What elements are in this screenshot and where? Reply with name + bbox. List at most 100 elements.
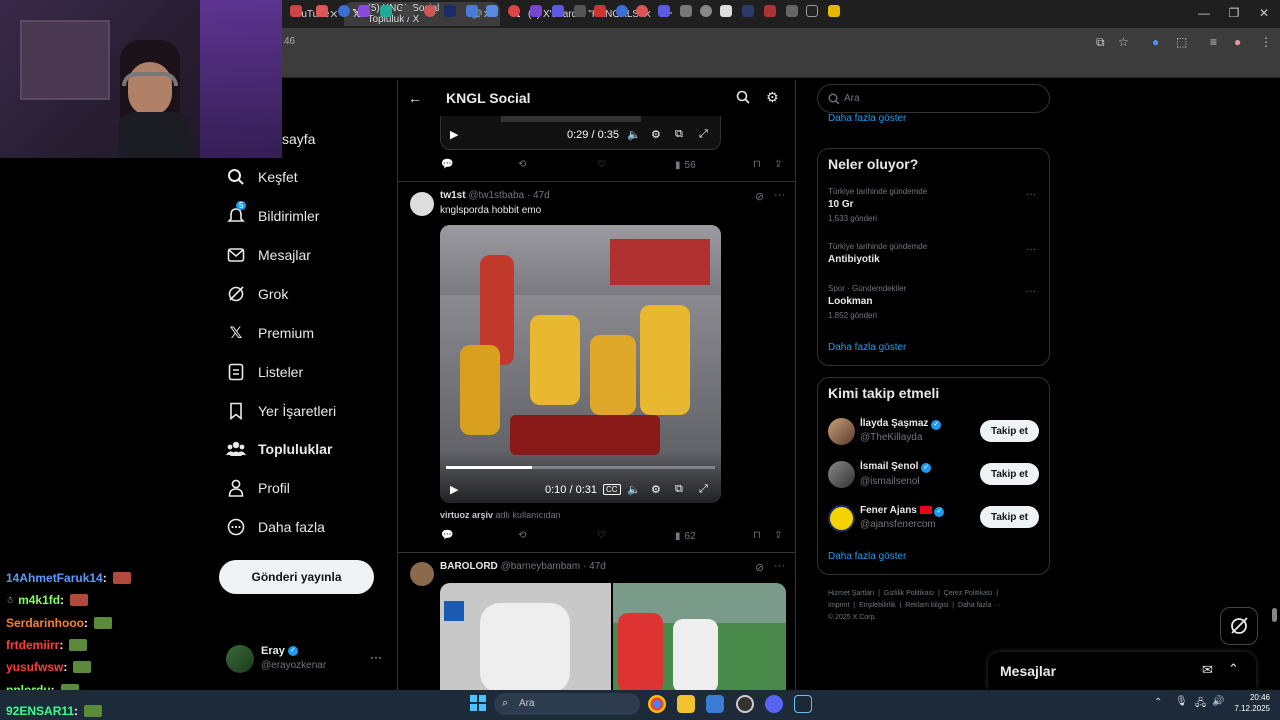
post-image[interactable] (613, 583, 786, 690)
show-more-link[interactable]: Daha fazla göster (828, 551, 906, 562)
bookmark-icon[interactable] (742, 5, 754, 17)
sidebar-item-explore[interactable]: Keşfet (226, 165, 298, 189)
minimize-icon[interactable]: — (1194, 6, 1214, 20)
settings-icon[interactable]: ⚙ (651, 128, 661, 141)
footer-link[interactable]: Çerez Politikası (944, 590, 993, 597)
obs-icon[interactable] (736, 695, 754, 713)
settings-icon[interactable]: ⚙ (651, 483, 661, 496)
video-player[interactable] (440, 225, 721, 503)
repost-icon[interactable]: ⟲ (518, 530, 526, 541)
footer-link[interactable]: Erişilebilirlik (859, 602, 896, 609)
like-icon[interactable]: ♡ (597, 530, 606, 541)
sidebar-item-messages[interactable]: Mesajlar (226, 243, 311, 267)
post-image[interactable] (440, 583, 611, 690)
start-icon[interactable] (470, 695, 486, 711)
folder-icon[interactable] (828, 5, 840, 17)
bookmark-icon[interactable] (486, 5, 498, 17)
star-icon[interactable]: ☆ (1118, 35, 1129, 49)
restore-icon[interactable]: ❐ (1224, 6, 1244, 20)
bookmark-icon[interactable] (466, 5, 478, 17)
sidebar-item-lists[interactable]: Listeler (226, 360, 303, 384)
bookmark-icon[interactable] (720, 5, 732, 17)
photos-icon[interactable] (706, 695, 724, 713)
bookmark-icon[interactable] (594, 5, 606, 17)
avatar[interactable]: ● (1234, 35, 1241, 49)
pip-icon[interactable]: ⧉ (675, 483, 683, 496)
sidebar-item-notifications[interactable]: 5 Bildirimler (226, 201, 319, 228)
play-icon[interactable]: ▶ (450, 483, 458, 496)
chrome-icon[interactable] (648, 695, 666, 713)
volume-icon[interactable]: 🔈 (627, 128, 641, 141)
bookmark-icon[interactable] (552, 5, 564, 17)
gear-icon[interactable]: ⚙ (766, 89, 779, 106)
post-handle[interactable]: @tw1stbaba (468, 190, 524, 201)
scrollbar-thumb[interactable] (1272, 608, 1277, 622)
bookmark-icon[interactable] (806, 5, 818, 17)
avatar[interactable] (226, 645, 254, 673)
file-explorer-icon[interactable] (677, 695, 695, 713)
suggested-user[interactable]: İlayda Şaşmaz ✓ (860, 418, 942, 430)
grok-floating-button[interactable] (1220, 607, 1258, 645)
suggested-user[interactable]: Fener Ajans ✓ (860, 505, 945, 517)
sidebar-item-premium[interactable]: 𝕏 Premium (226, 321, 314, 345)
sidebar-item-communities[interactable]: Topluluklar (226, 437, 332, 461)
post-author[interactable]: BAROLORD (440, 561, 498, 572)
back-arrow-icon[interactable]: ← (408, 90, 422, 106)
captions-button[interactable]: CC (603, 484, 621, 495)
avatar[interactable] (828, 461, 855, 488)
like-icon[interactable]: ♡ (597, 159, 606, 170)
avatar[interactable] (410, 562, 434, 586)
footer-link[interactable]: Reklam bilgisi (905, 602, 948, 609)
search-input[interactable]: Ara (817, 84, 1050, 113)
follow-button[interactable]: Takip et (980, 506, 1039, 528)
bookmark-icon[interactable] (700, 5, 712, 17)
bookmark-icon[interactable] (338, 5, 350, 17)
share-icon[interactable]: ⇪ (774, 159, 782, 170)
more-dots-icon[interactable]: ··· (1026, 286, 1036, 297)
follow-button[interactable]: Takip et (980, 420, 1039, 442)
bookmark-icon[interactable] (680, 5, 692, 17)
avatar[interactable] (828, 505, 855, 532)
sidebar-item-profile[interactable]: Profil (226, 476, 290, 500)
grok-icon[interactable]: ⊘ (755, 561, 764, 574)
reply-icon[interactable]: 💬 (441, 159, 453, 170)
chevron-up-icon[interactable]: ⌃ (1154, 697, 1162, 708)
follow-button[interactable]: Takip et (980, 463, 1039, 485)
bookmark-icon[interactable] (658, 5, 670, 17)
sidebar-item-bookmarks[interactable]: Yer İşaretleri (226, 399, 336, 423)
microphone-icon[interactable]: 🎙 (1175, 696, 1188, 707)
menu-dots-icon[interactable]: ⋮ (1260, 35, 1272, 49)
trend-item[interactable]: Spor · Gündemdekiler Lookman 1.852 gönde… (828, 284, 1043, 328)
share-icon[interactable]: ⇪ (774, 530, 782, 541)
chevron-up-icon[interactable]: ⌃ (1228, 661, 1239, 677)
bookmark-icon[interactable] (764, 5, 776, 17)
bookmark-icon[interactable] (358, 5, 370, 17)
media-icon[interactable]: ≡ (1210, 35, 1217, 49)
pip-icon[interactable]: ⧉ (675, 128, 683, 141)
footer-link[interactable]: Hizmet Şartları (828, 590, 874, 597)
extensions-icon[interactable]: ⬚ (1176, 35, 1187, 49)
messages-drawer[interactable]: Mesajlar ✉ ⌃ (988, 652, 1256, 690)
grok-icon[interactable]: ⊘ (755, 190, 764, 203)
discord-icon[interactable] (765, 695, 783, 713)
play-icon[interactable]: ▶ (450, 128, 458, 141)
sidebar-item-more[interactable]: Daha fazla (226, 515, 325, 539)
bookmark-icon[interactable]: ⊓ (753, 530, 761, 541)
bookmark-icon[interactable] (444, 5, 456, 17)
new-message-icon[interactable]: ✉ (1202, 662, 1213, 678)
bookmark-icon[interactable] (508, 5, 520, 17)
footer-link[interactable]: Imprint (828, 602, 849, 609)
post-author[interactable]: tw1st (440, 190, 466, 201)
bookmark-icon[interactable] (380, 5, 392, 17)
volume-icon[interactable]: 🔈 (627, 483, 641, 496)
bookmark-icon[interactable] (316, 5, 328, 17)
sidebar-item-home[interactable]: sayfa (282, 127, 315, 151)
repost-icon[interactable]: ⟲ (518, 159, 526, 170)
fullscreen-icon[interactable]: ⤢ (699, 483, 708, 496)
network-icon[interactable]: 🖧 (1195, 696, 1206, 713)
trend-item[interactable]: Türkiye tarihinde gündemde Antibiyotik ·… (828, 242, 1043, 272)
views-stat[interactable]: ▮ 62 (675, 531, 696, 542)
bookmark-icon[interactable] (424, 5, 436, 17)
views-stat[interactable]: ▮ 56 (675, 160, 696, 171)
close-window-icon[interactable]: ✕ (1254, 6, 1274, 20)
